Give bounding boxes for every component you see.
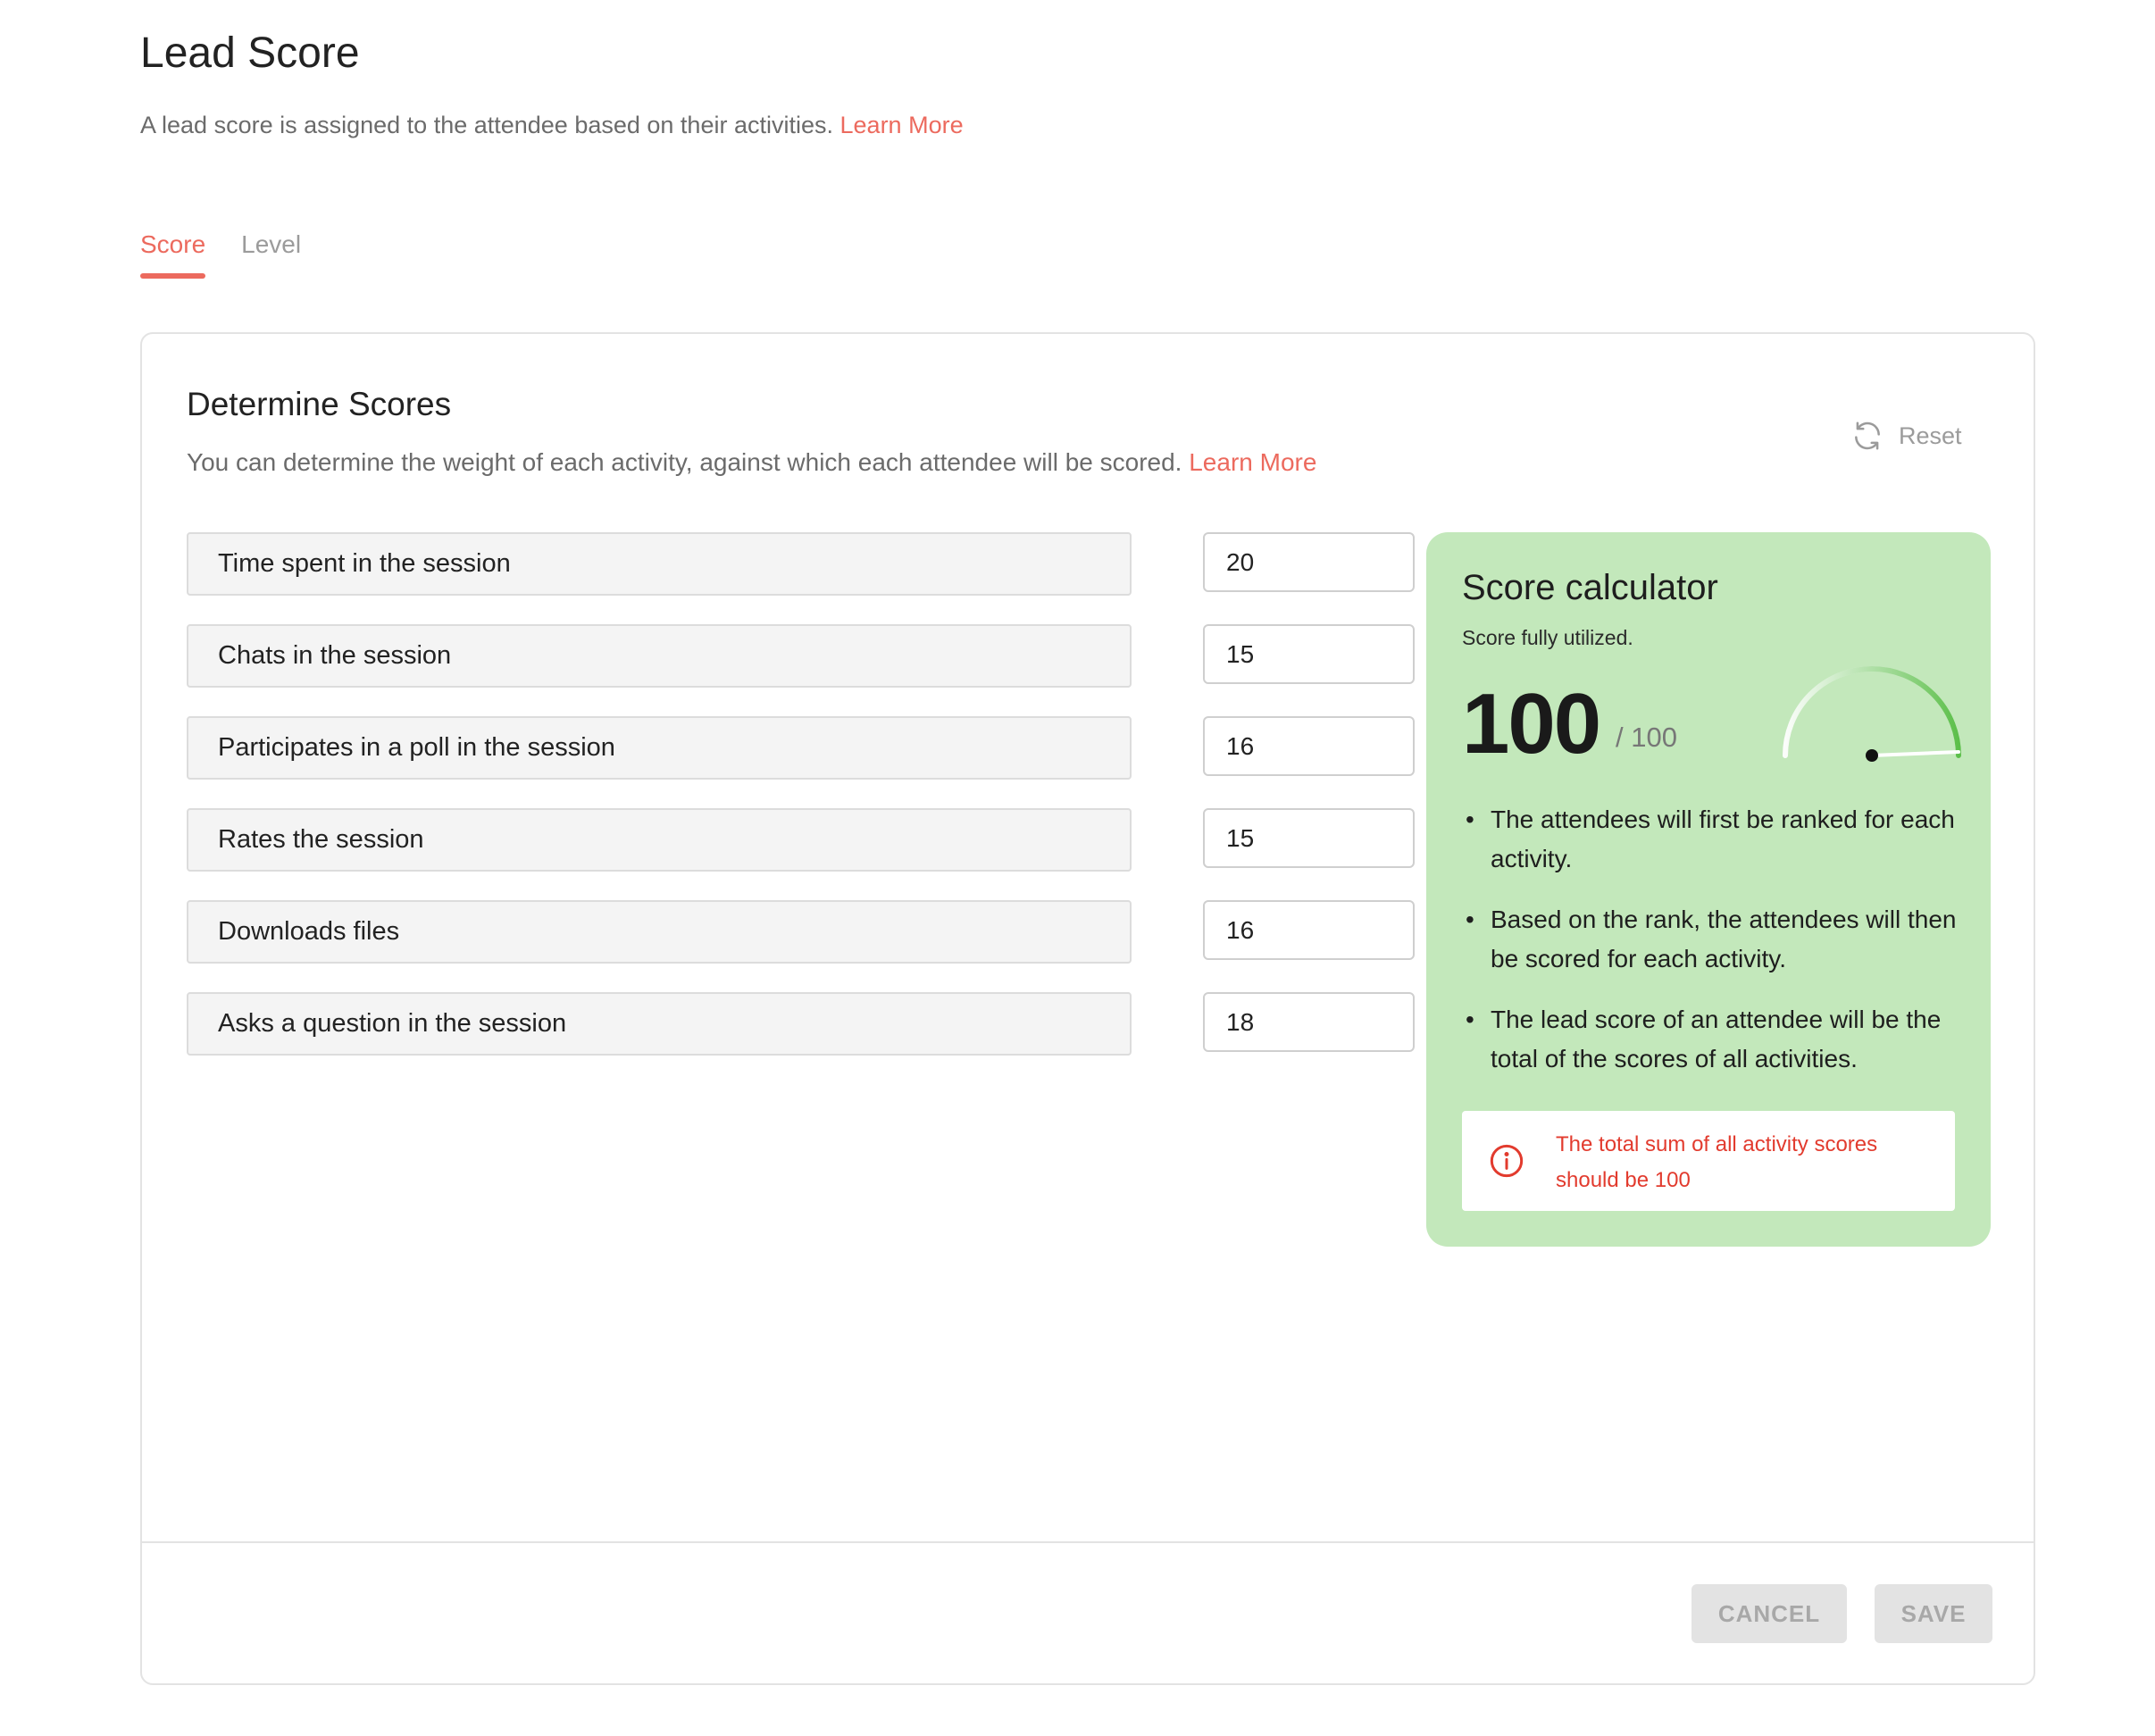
activity-score-input[interactable] — [1203, 716, 1415, 776]
calculator-status: Score fully utilized. — [1462, 626, 1633, 649]
info-icon — [1490, 1144, 1524, 1178]
calculator-rule: Based on the rank, the attendees will th… — [1462, 900, 1962, 979]
gauge-track — [1783, 666, 1961, 758]
activity-score-input[interactable] — [1203, 532, 1415, 592]
activity-row: Time spent in the session — [187, 532, 1415, 596]
section-title: Determine Scores — [187, 386, 452, 422]
gauge-fill — [1783, 666, 1961, 758]
footer-divider — [142, 1541, 2034, 1543]
activity-label: Downloads files — [187, 900, 1132, 964]
section-description-text: You can determine the weight of each act… — [187, 448, 1182, 476]
calculator-title: Score calculator — [1462, 568, 1718, 607]
tab-level[interactable]: Level — [241, 230, 301, 279]
activity-score-input[interactable] — [1203, 992, 1415, 1052]
activity-label: Participates in a poll in the session — [187, 716, 1132, 780]
activity-label: Asks a question in the session — [187, 992, 1132, 1056]
cancel-button[interactable]: CANCEL — [1691, 1584, 1847, 1643]
activity-score-input[interactable] — [1203, 624, 1415, 684]
activity-label: Time spent in the session — [187, 532, 1132, 596]
warning-box: The total sum of all activity scores sho… — [1462, 1111, 1955, 1211]
activity-label: Rates the session — [187, 808, 1132, 872]
section-description: You can determine the weight of each act… — [187, 448, 1316, 477]
tab-bar: Score Level — [140, 230, 337, 279]
save-button[interactable]: SAVE — [1875, 1584, 1992, 1643]
score-card: Determine Scores You can determine the w… — [140, 332, 2035, 1685]
warning-text: The total sum of all activity scores sho… — [1556, 1132, 1878, 1192]
calculator-max: / 100 — [1616, 722, 1677, 753]
activity-label: Chats in the session — [187, 624, 1132, 688]
activity-score-input[interactable] — [1203, 900, 1415, 960]
calculator-score: 100 — [1462, 676, 1601, 772]
learn-more-link[interactable]: Learn More — [840, 112, 964, 138]
calculator-rule: The attendees will first be ranked for e… — [1462, 800, 1962, 879]
page-subtitle: A lead score is assigned to the attendee… — [140, 112, 964, 139]
activity-row: Downloads files — [187, 900, 1415, 964]
section-learn-more-link[interactable]: Learn More — [1189, 448, 1316, 476]
activity-score-input[interactable] — [1203, 808, 1415, 868]
gauge-needle — [1870, 750, 1960, 757]
calculator-rules: The attendees will first be ranked for e… — [1462, 800, 1962, 1100]
activity-row: Participates in a poll in the session — [187, 716, 1415, 780]
activity-row: Chats in the session — [187, 624, 1415, 688]
reset-button[interactable]: Reset — [1850, 419, 1962, 453]
page-subtitle-text: A lead score is assigned to the attendee… — [140, 112, 833, 138]
tab-score[interactable]: Score — [140, 230, 206, 279]
score-gauge — [1783, 666, 1961, 762]
reset-label: Reset — [1899, 421, 1962, 449]
score-calculator: Score calculator Score fully utilized. 1… — [1426, 532, 1991, 1247]
calculator-rule: The lead score of an attendee will be th… — [1462, 1000, 1962, 1079]
gauge-pivot — [1866, 749, 1878, 762]
refresh-icon — [1855, 421, 1880, 450]
activity-row: Asks a question in the session — [187, 992, 1415, 1056]
activity-row: Rates the session — [187, 808, 1415, 872]
page-title: Lead Score — [140, 29, 360, 77]
